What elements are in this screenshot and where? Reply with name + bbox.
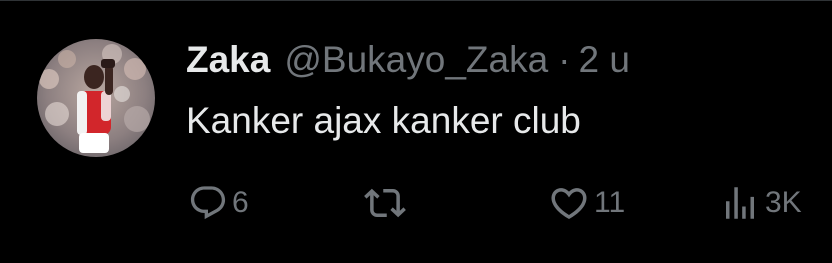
like-button[interactable]: 11: [548, 178, 625, 228]
timestamp[interactable]: 2 u: [578, 36, 629, 84]
action-bar: 6 11 3K: [0, 178, 832, 228]
display-name[interactable]: Zaka: [186, 36, 270, 84]
reply-button[interactable]: 6: [188, 178, 249, 228]
user-handle[interactable]: @Bukayo_Zaka: [284, 36, 548, 84]
avatar[interactable]: [37, 39, 155, 157]
heart-icon: [551, 188, 587, 220]
reply-icon: [190, 186, 226, 220]
views-button[interactable]: 3K: [719, 178, 802, 228]
views-count: 3K: [765, 186, 802, 219]
retweet-button[interactable]: [364, 178, 410, 228]
like-count: 11: [594, 186, 626, 219]
separator-dot: ·: [558, 39, 571, 80]
retweet-icon: [364, 188, 406, 218]
views-icon: [726, 187, 754, 219]
reply-count: 6: [232, 186, 249, 219]
tweet-text: Kanker ajax kanker club: [186, 100, 581, 141]
tweet-header: Zaka @Bukayo_Zaka · 2 u: [186, 36, 630, 84]
tweet[interactable]: Zaka @Bukayo_Zaka · 2 u Kanker ajax kank…: [0, 0, 832, 263]
avatar-image: [37, 39, 155, 157]
